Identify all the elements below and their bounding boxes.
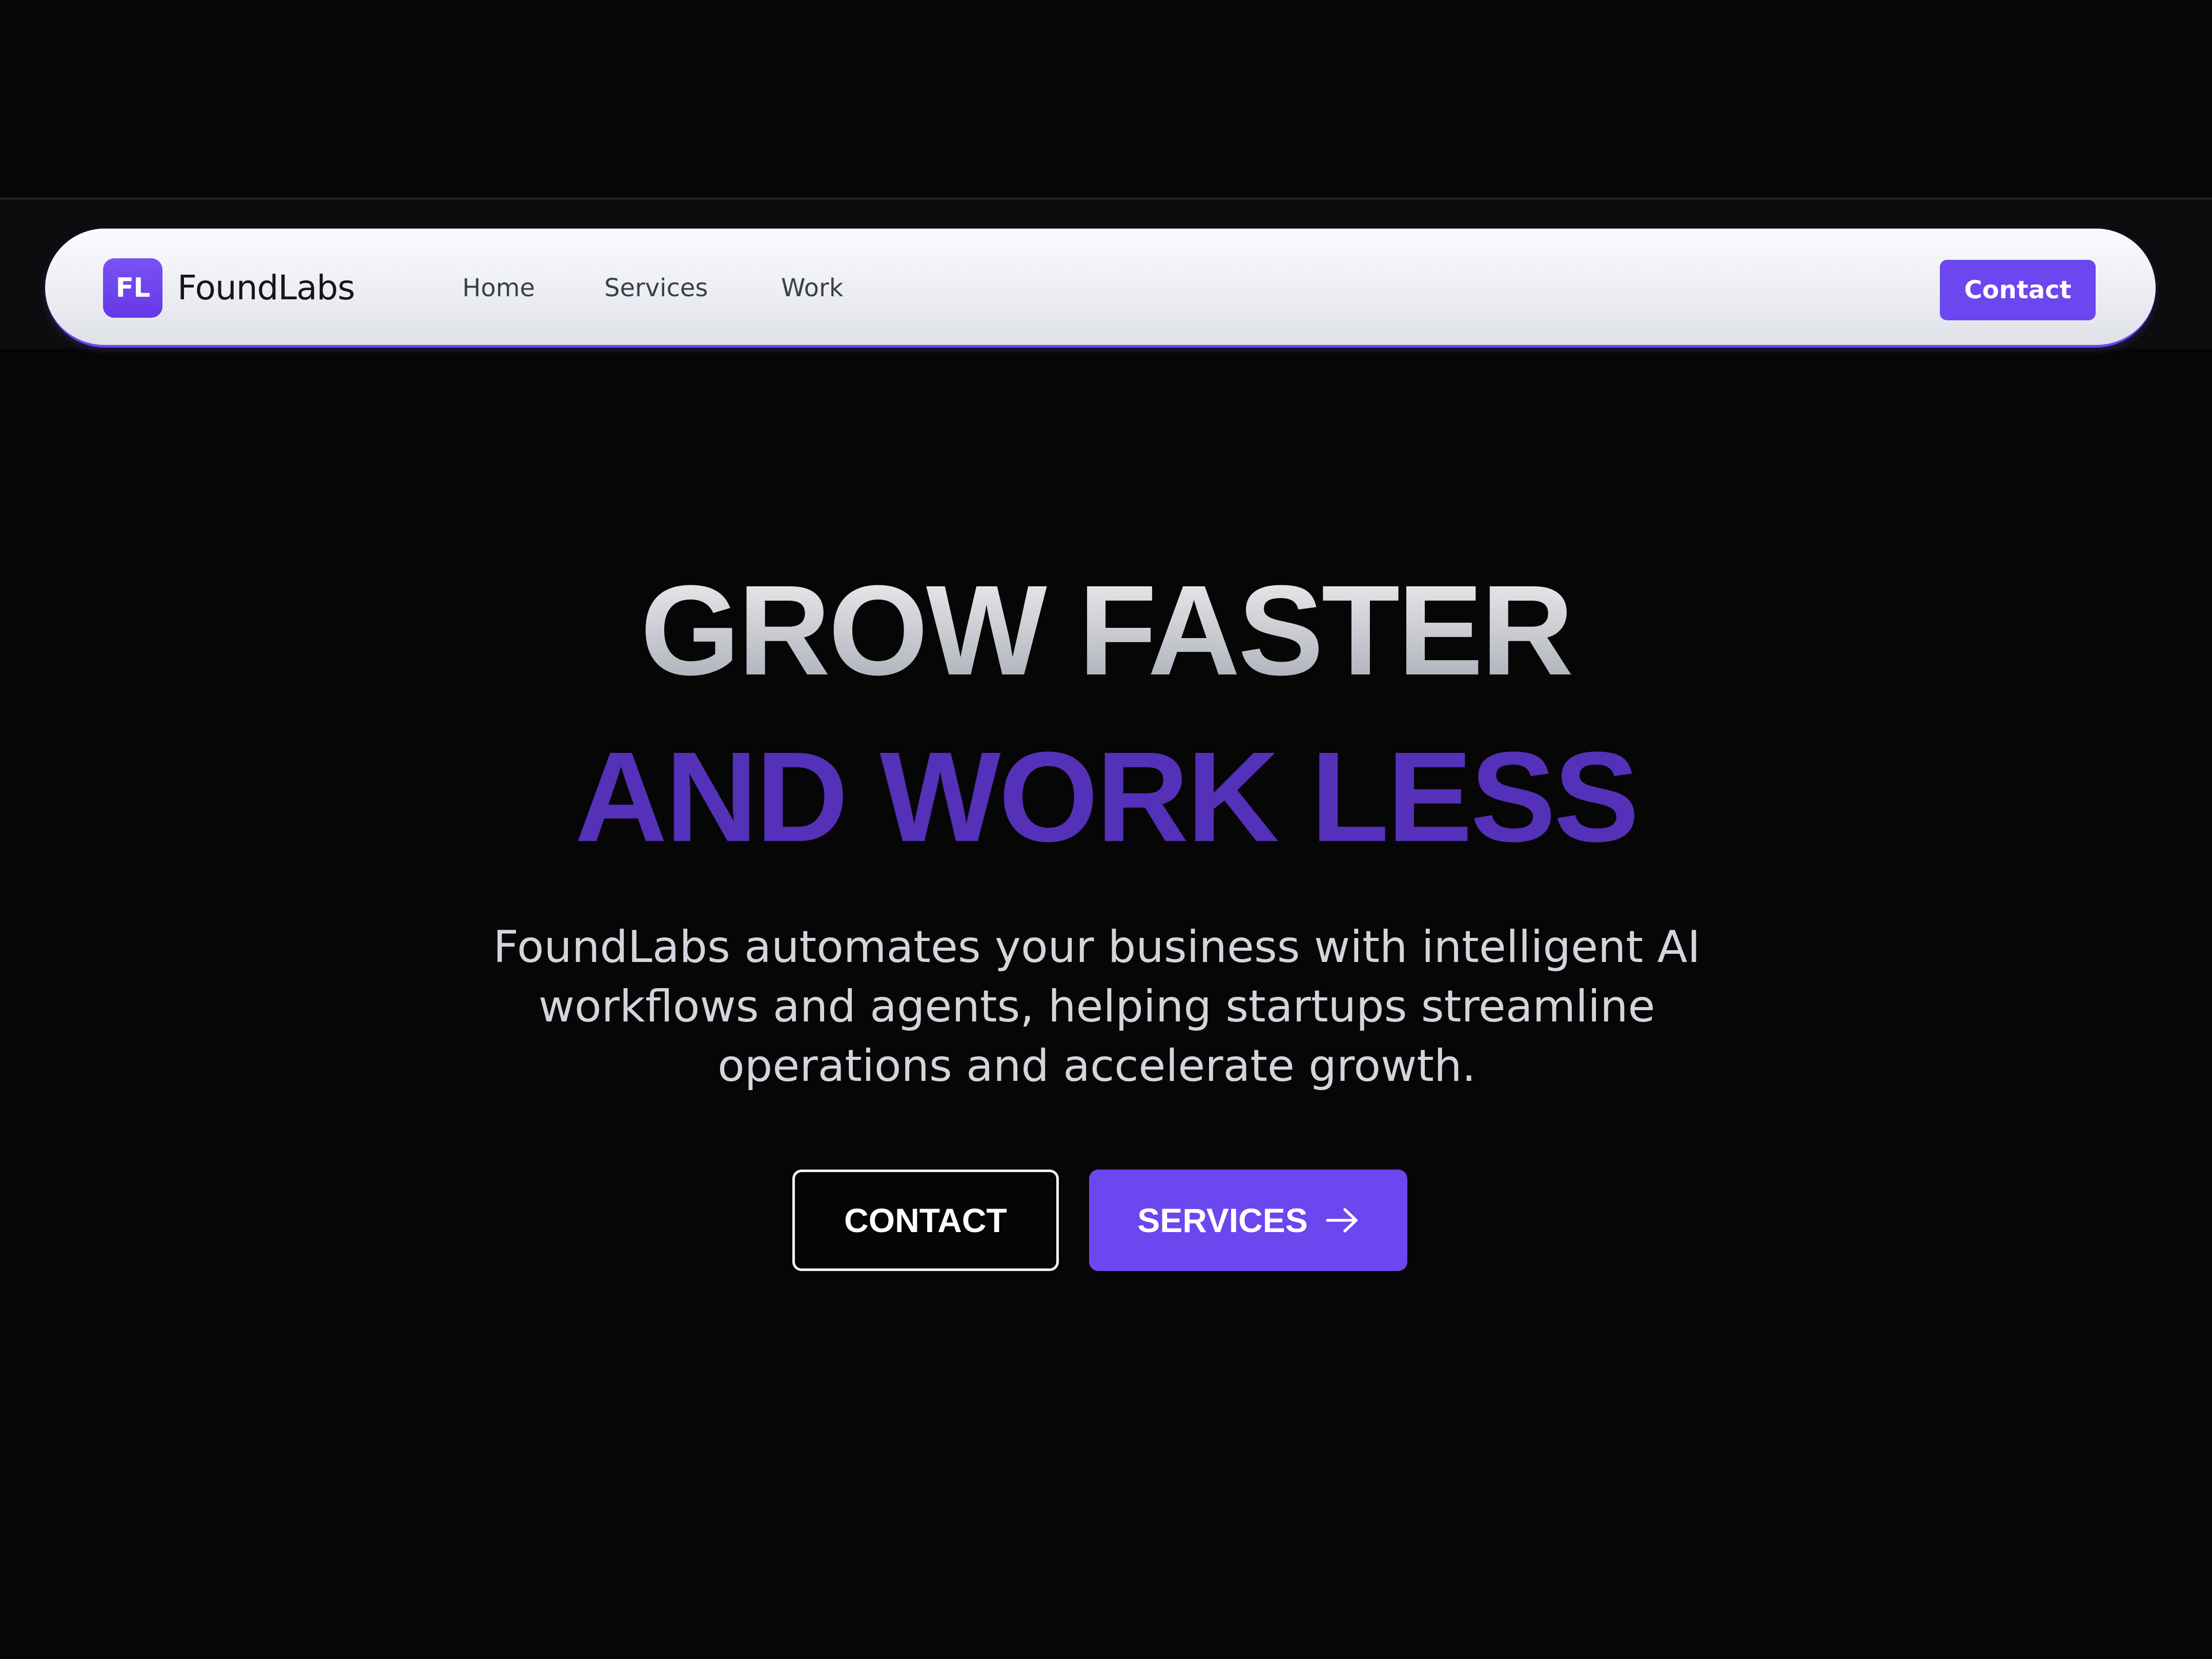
- hero-services-button[interactable]: SERVICES: [1089, 1170, 1407, 1271]
- hero-headline-line2: AND WORK LESS: [575, 725, 1640, 868]
- nav-link-work[interactable]: Work: [781, 264, 844, 312]
- logo-badge[interactable]: FL: [103, 258, 162, 318]
- navbar: FL FoundLabs Home Services Work Contact: [45, 229, 2156, 347]
- hero-contact-button[interactable]: CONTACT: [792, 1170, 1059, 1271]
- hero-headline-line1: GROW FASTER: [0, 566, 2212, 694]
- hero-headline-line1-text: GROW FASTER: [640, 559, 1573, 702]
- arrow-right-icon: [1326, 1208, 1358, 1233]
- hero-subtitle: FoundLabs automates your business with i…: [493, 921, 1701, 1092]
- nav-contact-button[interactable]: Contact: [1940, 260, 2096, 320]
- services-button-label: SERVICES: [1137, 1201, 1308, 1239]
- brand-name[interactable]: FoundLabs: [177, 257, 355, 319]
- nav-link-home[interactable]: Home: [462, 264, 535, 312]
- nav-link-services[interactable]: Services: [604, 264, 708, 312]
